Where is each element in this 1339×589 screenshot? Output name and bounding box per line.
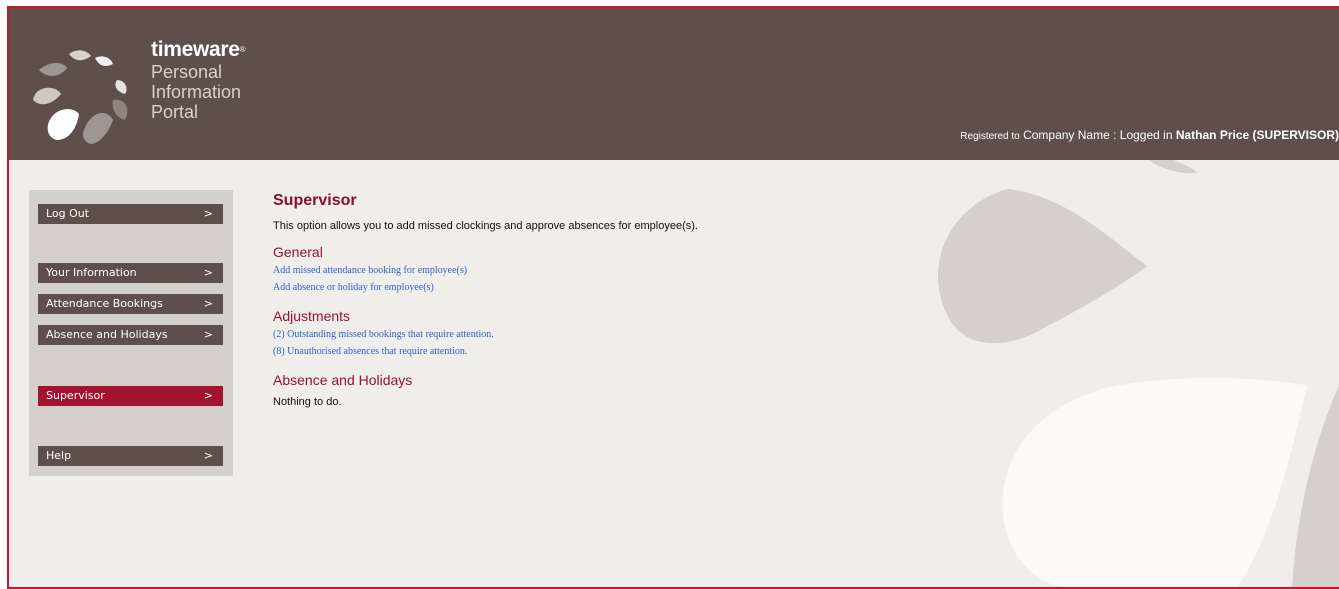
main-content: Supervisor This option allows you to add… <box>273 192 973 408</box>
chevron-right-icon: > <box>203 328 213 341</box>
chevron-right-icon: > <box>203 449 213 462</box>
sidebar-item-supervisor[interactable]: Supervisor > <box>38 386 223 406</box>
sidebar-nav: Log Out > Your Information > Attendance … <box>29 190 233 476</box>
registered-prefix: Registered to <box>960 131 1020 142</box>
nothing-to-do-text: Nothing to do. <box>273 396 342 408</box>
sidebar-item-your-information[interactable]: Your Information > <box>38 263 223 283</box>
brand-name: timeware® <box>151 38 246 61</box>
sidebar-item-absence-and-holidays[interactable]: Absence and Holidays > <box>38 325 223 345</box>
company-name: Company Name <box>1023 128 1110 142</box>
brand-line-2: Information <box>151 82 242 102</box>
sidebar-item-label: Attendance Bookings <box>46 297 163 310</box>
chevron-right-icon: > <box>203 266 213 279</box>
brand-block: timeware® Personal Information Portal <box>151 38 246 122</box>
header-bar: timeware® Personal Information Portal Re… <box>9 8 1339 160</box>
sidebar-item-help[interactable]: Help > <box>38 446 223 466</box>
sidebar-item-label: Absence and Holidays <box>46 328 168 341</box>
intro-text: This option allows you to add missed clo… <box>273 220 698 232</box>
petal-shape <box>1002 377 1308 587</box>
sidebar-item-attendance-bookings[interactable]: Attendance Bookings > <box>38 294 223 314</box>
sidebar-item-label: Your Information <box>46 266 137 279</box>
sidebar-item-label: Help <box>46 449 72 462</box>
brand-line-1: Personal <box>151 62 223 82</box>
logged-in-user: Nathan Price (SUPERVISOR) <box>1175 128 1339 142</box>
sidebar-item-label: Supervisor <box>46 389 105 402</box>
add-missed-attendance-link[interactable]: Add missed attendance booking for employ… <box>273 262 973 279</box>
page-frame: timeware® Personal Information Portal Re… <box>7 6 1339 589</box>
section-heading-general: General <box>273 244 323 260</box>
sidebar-item-label: Log Out <box>46 207 90 220</box>
chevron-right-icon: > <box>203 297 213 310</box>
add-absence-link[interactable]: Add absence or holiday for employee(s) <box>273 279 973 296</box>
chevron-right-icon: > <box>203 207 213 220</box>
sidebar-item-log-out[interactable]: Log Out > <box>38 204 223 224</box>
outstanding-missed-bookings-link[interactable]: (2) Outstanding missed bookings that req… <box>273 326 973 343</box>
registration-info: Registered to Company Name : Logged in N… <box>960 128 1339 142</box>
chevron-right-icon: > <box>203 389 213 402</box>
brand-line-3: Portal <box>151 102 199 122</box>
logged-in-separator: : Logged in <box>1109 128 1176 142</box>
unauthorised-absences-link[interactable]: (8) Unauthorised absences that require a… <box>273 343 973 360</box>
section-heading-adjustments: Adjustments <box>273 308 351 324</box>
section-heading-absence: Absence and Holidays <box>273 372 413 388</box>
timeware-logo-icon <box>33 50 128 144</box>
page-title: Supervisor <box>273 192 357 209</box>
